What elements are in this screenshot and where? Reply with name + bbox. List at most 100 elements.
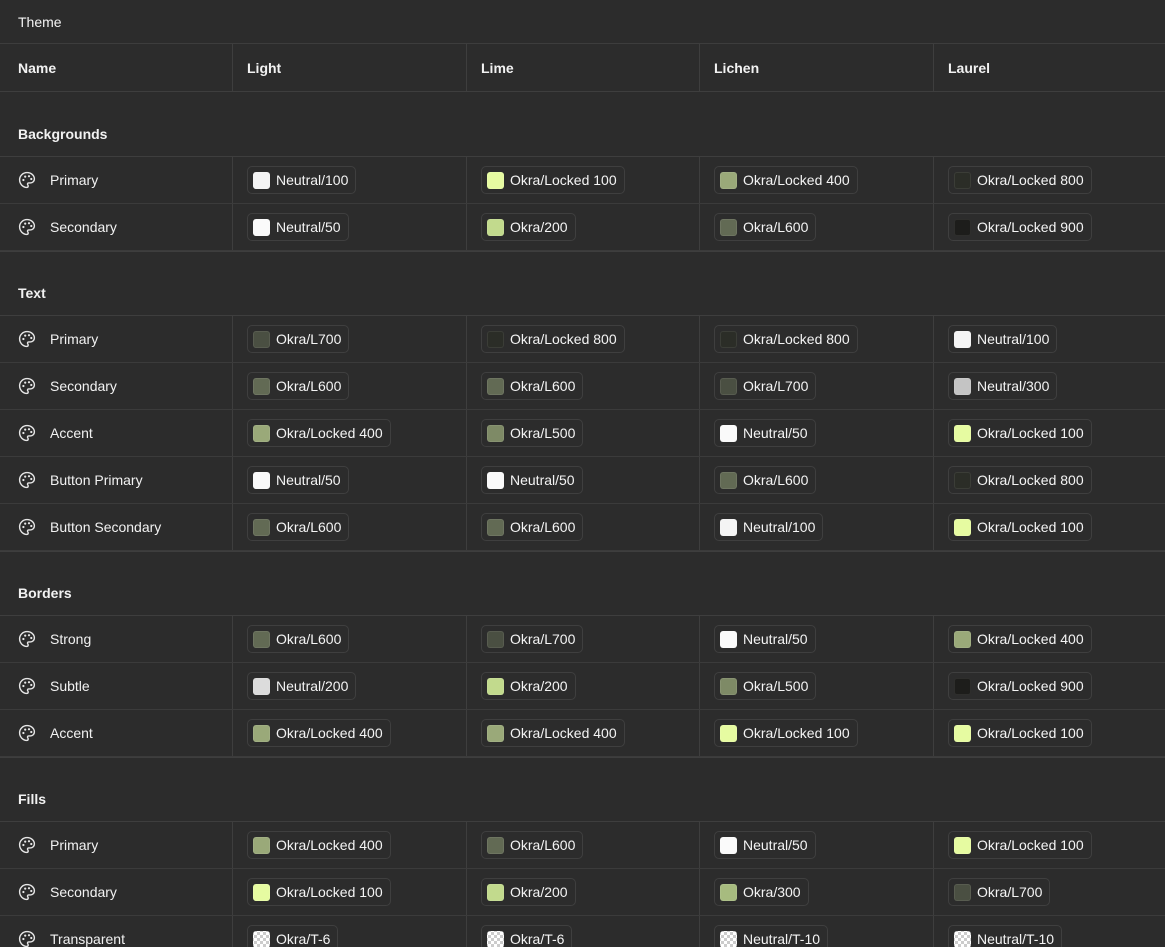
table-row[interactable]: Accent Okra/Locked 400 Okra/L500 Neutral/50… <box>0 410 1165 457</box>
palette-icon <box>18 518 36 536</box>
color-token-chip[interactable]: Okra/L500 <box>714 672 817 700</box>
color-swatch <box>954 471 971 489</box>
token-label: Neutral/100 <box>977 331 1050 347</box>
table-row[interactable]: Accent Okra/Locked 400 Okra/Locked 400 Okra… <box>0 710 1165 757</box>
row-name-cell: Subtle <box>0 663 233 709</box>
color-token-chip[interactable]: Okra/200 <box>481 213 576 241</box>
color-token-chip[interactable]: Okra/Locked 400 <box>714 166 858 194</box>
row-name-cell: Primary <box>0 157 233 203</box>
color-token-chip[interactable]: Okra/300 <box>714 878 809 906</box>
token-cell-light: Okra/Locked 400 <box>233 410 467 456</box>
token-cell-lime: Okra/L600 <box>467 363 700 409</box>
color-swatch <box>720 630 737 648</box>
color-token-chip[interactable]: Neutral/T-10 <box>948 925 1063 947</box>
color-token-chip[interactable]: Okra/Locked 100 <box>948 831 1092 859</box>
token-cell-laurel: Okra/Locked 800 <box>934 157 1165 203</box>
column-header-lime[interactable]: Lime <box>467 44 700 91</box>
color-token-chip[interactable]: Neutral/50 <box>714 419 816 447</box>
color-token-chip[interactable]: Okra/Locked 400 <box>948 625 1092 653</box>
color-token-chip[interactable]: Okra/Locked 100 <box>948 513 1092 541</box>
color-token-chip[interactable]: Okra/Locked 800 <box>481 325 625 353</box>
color-token-chip[interactable]: Okra/T-6 <box>247 925 339 947</box>
color-token-chip[interactable]: Neutral/100 <box>714 513 824 541</box>
row-label: Primary <box>50 172 99 188</box>
color-token-chip[interactable]: Okra/L600 <box>247 372 350 400</box>
color-token-chip[interactable]: Neutral/50 <box>247 466 349 494</box>
color-token-chip[interactable]: Okra/L600 <box>714 466 817 494</box>
color-token-chip[interactable]: Okra/L600 <box>714 213 817 241</box>
table-row[interactable]: Button Secondary Okra/L600 Okra/L600 Neutra… <box>0 504 1165 551</box>
color-token-chip[interactable]: Neutral/T-10 <box>714 925 829 947</box>
color-token-chip[interactable]: Okra/Locked 100 <box>714 719 858 747</box>
color-token-chip[interactable]: Neutral/300 <box>948 372 1058 400</box>
color-token-chip[interactable]: Okra/Locked 100 <box>948 719 1092 747</box>
color-token-chip[interactable]: Okra/L600 <box>481 513 584 541</box>
color-token-chip[interactable]: Okra/Locked 400 <box>247 419 391 447</box>
color-token-chip[interactable]: Okra/Locked 400 <box>481 719 625 747</box>
column-header-lichen[interactable]: Lichen <box>700 44 934 91</box>
color-token-chip[interactable]: Okra/Locked 400 <box>247 719 391 747</box>
color-token-chip[interactable]: Neutral/50 <box>714 625 816 653</box>
color-token-chip[interactable]: Okra/Locked 400 <box>247 831 391 859</box>
color-swatch <box>253 930 270 947</box>
row-name-cell: Primary <box>0 316 233 362</box>
token-label: Okra/Locked 100 <box>977 519 1084 535</box>
color-token-chip[interactable]: Neutral/200 <box>247 672 357 700</box>
token-cell-light: Okra/L700 <box>233 316 467 362</box>
token-cell-laurel: Okra/Locked 900 <box>934 204 1165 250</box>
table-row[interactable]: Secondary Okra/Locked 100 Okra/200 Okra/300… <box>0 869 1165 916</box>
color-token-chip[interactable]: Okra/L700 <box>948 878 1051 906</box>
token-cell-light: Neutral/200 <box>233 663 467 709</box>
table-row[interactable]: Secondary Neutral/50 Okra/200 Okra/L600 Okra… <box>0 204 1165 251</box>
column-header-name[interactable]: Name <box>0 44 233 91</box>
color-token-chip[interactable]: Neutral/100 <box>948 325 1058 353</box>
token-label: Okra/L600 <box>276 378 342 394</box>
color-token-chip[interactable]: Okra/L600 <box>247 625 350 653</box>
color-token-chip[interactable]: Okra/Locked 900 <box>948 672 1092 700</box>
token-label: Okra/Locked 800 <box>977 472 1084 488</box>
color-token-chip[interactable]: Okra/Locked 100 <box>481 166 625 194</box>
color-token-chip[interactable]: Neutral/100 <box>247 166 357 194</box>
color-token-chip[interactable]: Okra/Locked 900 <box>948 213 1092 241</box>
color-token-chip[interactable]: Okra/Locked 100 <box>247 878 391 906</box>
token-label: Okra/Locked 400 <box>276 837 383 853</box>
color-token-chip[interactable]: Okra/L700 <box>481 625 584 653</box>
color-token-chip[interactable]: Neutral/50 <box>481 466 583 494</box>
table-row[interactable]: Subtle Neutral/200 Okra/200 Okra/L500 Okra/L… <box>0 663 1165 710</box>
color-swatch <box>720 883 737 901</box>
token-label: Okra/200 <box>510 219 568 235</box>
section-header-borders: Borders <box>0 551 1165 616</box>
token-cell-lime: Okra/L600 <box>467 822 700 868</box>
palette-icon <box>18 171 36 189</box>
color-token-chip[interactable]: Okra/Locked 800 <box>714 325 858 353</box>
color-token-chip[interactable]: Okra/T-6 <box>481 925 573 947</box>
color-token-chip[interactable]: Okra/L700 <box>247 325 350 353</box>
color-token-chip[interactable]: Okra/Locked 800 <box>948 466 1092 494</box>
table-row[interactable]: Primary Okra/L700 Okra/Locked 800 Okra/Lock… <box>0 316 1165 363</box>
color-token-chip[interactable]: Neutral/50 <box>714 831 816 859</box>
column-header-laurel[interactable]: Laurel <box>934 44 1165 91</box>
table-row[interactable]: Transparent Okra/T-6 Okra/T-6 Neutral/T-10 N… <box>0 916 1165 947</box>
color-token-chip[interactable]: Okra/L600 <box>481 831 584 859</box>
token-label: Okra/Locked 400 <box>276 425 383 441</box>
color-token-chip[interactable]: Okra/Locked 100 <box>948 419 1092 447</box>
color-token-chip[interactable]: Okra/200 <box>481 672 576 700</box>
color-token-chip[interactable]: Okra/Locked 800 <box>948 166 1092 194</box>
color-token-chip[interactable]: Okra/L700 <box>714 372 817 400</box>
color-token-chip[interactable]: Okra/L600 <box>481 372 584 400</box>
token-cell-lime: Okra/L600 <box>467 504 700 550</box>
color-token-chip[interactable]: Okra/L600 <box>247 513 350 541</box>
table-row[interactable]: Primary Neutral/100 Okra/Locked 100 Okra/Lo… <box>0 157 1165 204</box>
color-token-chip[interactable]: Okra/200 <box>481 878 576 906</box>
color-token-chip[interactable]: Okra/L500 <box>481 419 584 447</box>
token-label: Okra/Locked 400 <box>510 725 617 741</box>
row-label: Button Secondary <box>50 519 162 535</box>
color-swatch <box>487 677 504 695</box>
table-row[interactable]: Primary Okra/Locked 400 Okra/L600 Neutral/5… <box>0 822 1165 869</box>
table-row[interactable]: Strong Okra/L600 Okra/L700 Neutral/50 Okra/L… <box>0 616 1165 663</box>
color-token-chip[interactable]: Neutral/50 <box>247 213 349 241</box>
column-header-light[interactable]: Light <box>233 44 467 91</box>
table-row[interactable]: Secondary Okra/L600 Okra/L600 Okra/L700 Neut… <box>0 363 1165 410</box>
token-label: Okra/L600 <box>510 837 576 853</box>
table-row[interactable]: Button Primary Neutral/50 Neutral/50 Okra/L… <box>0 457 1165 504</box>
